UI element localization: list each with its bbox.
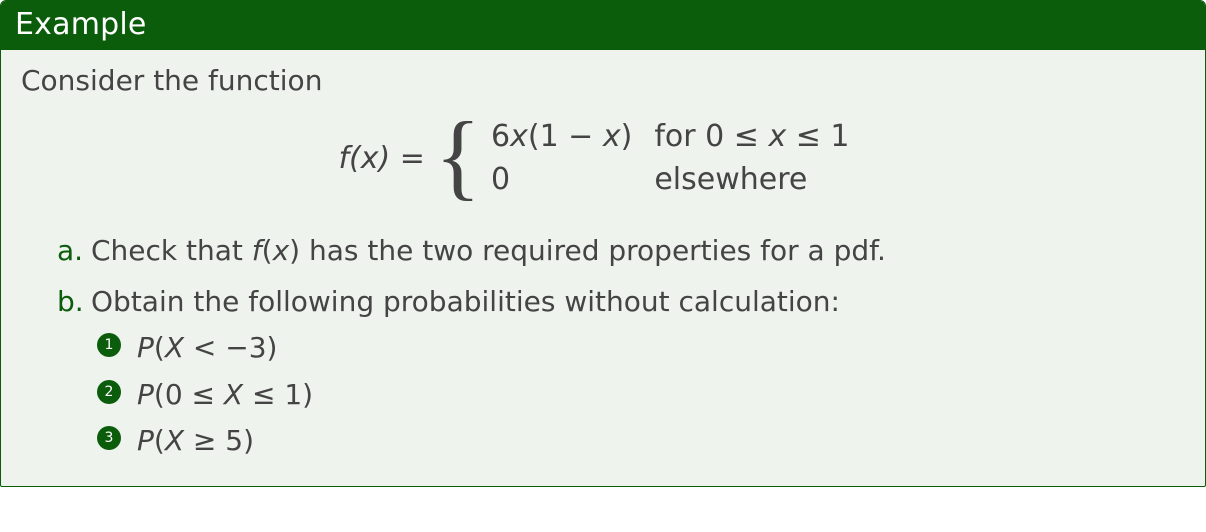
question-list: Check that f(x) has the two required pro…	[21, 231, 1185, 462]
case1-cond: for 0 ≤ x ≤ 1	[650, 115, 867, 158]
case2-cond: elsewhere	[650, 158, 867, 201]
case1-expr: 6x(1 − x)	[487, 115, 650, 158]
sub-question-2: P(0 ≤ X ≤ 1)	[97, 375, 1185, 416]
block-title: Example	[15, 7, 147, 42]
equation: f(x) = { 6x(1 − x) for 0 ≤ x ≤ 1 0 elsew…	[21, 115, 1185, 201]
sub-question-1: P(X < −3)	[97, 328, 1185, 369]
sub-question-3: P(X ≥ 5)	[97, 421, 1185, 462]
block-header: Example	[1, 1, 1205, 50]
case2-expr: 0	[487, 158, 650, 201]
example-block: Example Consider the function f(x) = { 6…	[0, 0, 1206, 487]
cases-table: 6x(1 − x) for 0 ≤ x ≤ 1 0 elsewhere	[487, 115, 868, 201]
block-body: Consider the function f(x) = { 6x(1 − x)…	[1, 50, 1205, 486]
equation-lhs: f(x) =	[338, 141, 424, 176]
question-b: Obtain the following probabilities witho…	[57, 282, 1185, 462]
intro-text: Consider the function	[21, 64, 1185, 97]
cases-brace: { 6x(1 − x) for 0 ≤ x ≤ 1 0 elsewhere	[435, 115, 868, 201]
question-b-text: Obtain the following probabilities witho…	[91, 285, 840, 318]
sub-question-list: P(X < −3) P(0 ≤ X ≤ 1) P(X ≥ 5)	[91, 328, 1185, 462]
question-a: Check that f(x) has the two required pro…	[57, 231, 1185, 272]
left-brace-icon: {	[435, 122, 481, 189]
